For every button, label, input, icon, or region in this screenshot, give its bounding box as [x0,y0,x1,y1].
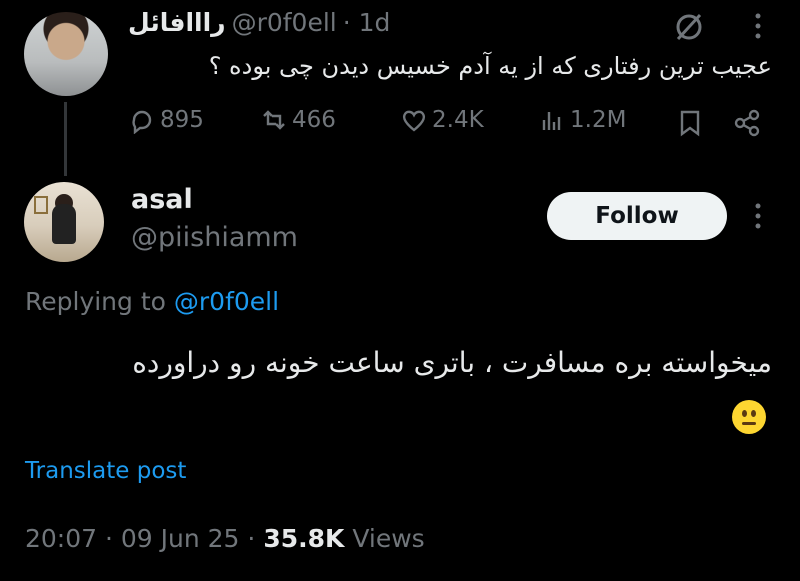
post-views-label: Views [352,524,425,553]
reply-action[interactable]: 895 [128,106,204,134]
avatar-figure [52,204,76,244]
parent-header: رااافائل @r0f0ell · 1d [128,8,390,37]
post-timestamp[interactable]: 20:07 · 09 Jun 25 · [25,524,255,553]
parent-avatar[interactable] [24,12,108,96]
views-action[interactable]: 1.2M [538,106,626,134]
repost-action[interactable]: 466 [260,106,336,134]
parent-time[interactable]: · 1d [343,8,391,37]
more-options-icon[interactable] [752,200,764,232]
parent-action-bar: 895 466 2.4K 1.2M [128,106,768,142]
translate-post-link[interactable]: Translate post [25,458,186,484]
neutral-face-icon [732,400,766,434]
repost-count: 466 [292,107,336,133]
like-action[interactable]: 2.4K [400,106,484,134]
replying-prefix: Replying to [25,287,166,316]
parent-author-name[interactable]: رااافائل [128,8,226,37]
reply-count: 895 [160,107,204,133]
reply-author-name[interactable]: asal [131,184,193,215]
reply-tweet-text: میخواسته بره مسافرت ، باتری ساعت خونه رو… [132,346,772,379]
post-metadata: 20:07 · 09 Jun 25 · 35.8K Views [25,524,425,553]
more-options-icon[interactable] [752,10,764,42]
avatar-frame [34,196,48,214]
thread-connector [64,102,67,176]
views-count: 1.2M [570,107,627,133]
like-count: 2.4K [432,107,484,133]
follow-button[interactable]: Follow [547,192,727,240]
parent-tweet-text: عجیب ترین رفتاری که از یه آدم خسیس دیدن … [208,52,772,80]
analytics-icon [542,112,561,130]
replying-to: Replying to @r0f0ell [25,287,279,316]
bookmark-icon[interactable] [676,108,704,138]
reply-avatar[interactable] [24,182,104,262]
grok-icon[interactable] [672,10,706,44]
replying-handle-link[interactable]: @r0f0ell [174,287,279,316]
repost-icon [263,110,285,130]
share-icon[interactable] [732,108,762,138]
reply-icon [132,110,152,134]
parent-handle[interactable]: @r0f0ell [232,8,337,37]
reply-handle[interactable]: @piishiamm [131,222,298,253]
post-views-count: 35.8K [263,524,345,553]
heart-icon [402,110,426,132]
